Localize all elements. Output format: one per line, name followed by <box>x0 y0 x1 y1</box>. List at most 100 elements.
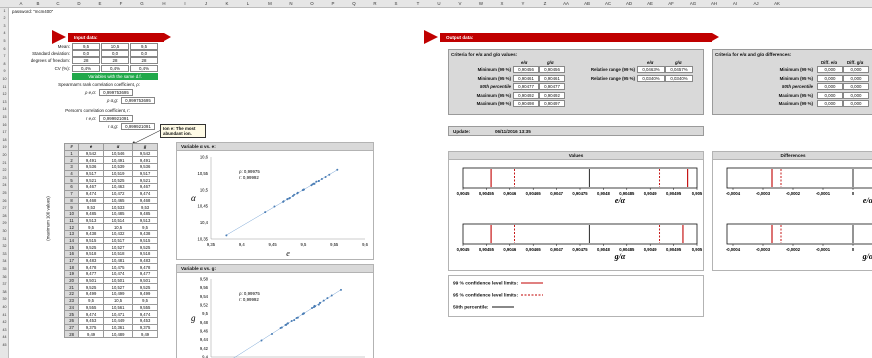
criteria-value[interactable]: 0,90492 <box>513 91 539 99</box>
row-index-cell[interactable]: 17 <box>63 256 80 265</box>
row-index-cell[interactable]: 16 <box>63 250 80 258</box>
column-header[interactable]: M <box>268 1 272 6</box>
row-index-cell[interactable]: 4 <box>63 169 80 178</box>
row-index-cell[interactable]: 27 <box>63 323 80 332</box>
value-cell[interactable]: 10,546 <box>102 149 134 158</box>
row-index-cell[interactable]: 13 <box>63 229 80 238</box>
row-index-cell[interactable]: 7 <box>63 189 80 198</box>
row-header[interactable]: 11 <box>0 85 9 89</box>
row-index-cell[interactable]: 19 <box>63 270 80 278</box>
row-index-cell[interactable]: 12 <box>63 223 80 231</box>
relrange-value[interactable]: 0,0340% <box>665 74 693 82</box>
column-header[interactable]: Z <box>544 1 547 6</box>
column-header[interactable]: AG <box>690 1 696 6</box>
row-header[interactable]: 14 <box>0 107 9 111</box>
row-header[interactable]: 26 <box>0 199 9 203</box>
value-cell[interactable]: 10,517 <box>102 236 134 245</box>
value-cell[interactable]: 9,517 <box>132 169 158 178</box>
row-header[interactable]: 3 <box>0 24 9 28</box>
value-cell[interactable]: 9,513 <box>78 216 104 225</box>
value-cell[interactable]: 9,518 <box>78 250 104 258</box>
stat-value[interactable]: 0,0 <box>130 50 158 58</box>
value-cell[interactable]: 9,555 <box>78 303 104 312</box>
value-cell[interactable]: 10,539 <box>102 163 134 171</box>
value-cell[interactable]: 9,5 <box>132 296 158 305</box>
criteria-value[interactable]: 0,90456 <box>539 66 565 73</box>
column-header[interactable]: AD <box>626 1 632 6</box>
row-header[interactable]: 28 <box>0 214 9 218</box>
row-header[interactable]: 16 <box>0 123 9 127</box>
row-header[interactable]: 23 <box>0 176 9 180</box>
value-cell[interactable]: 9,49 <box>132 330 158 338</box>
value-cell[interactable]: 9,474 <box>78 189 104 198</box>
row-header[interactable]: 20 <box>0 153 9 157</box>
row-header[interactable]: 4 <box>0 31 9 35</box>
diff-value[interactable]: 0,000 <box>843 66 869 73</box>
value-cell[interactable]: 10,499 <box>102 290 134 298</box>
column-header[interactable]: AI <box>733 1 737 6</box>
column-header[interactable]: AB <box>584 1 590 6</box>
row-header[interactable]: 42 <box>0 320 9 324</box>
value-cell[interactable]: 9,518 <box>132 250 158 258</box>
row-header[interactable]: 41 <box>0 313 9 317</box>
row-index-cell[interactable]: 2 <box>63 156 80 165</box>
row-index-cell[interactable]: 23 <box>63 296 80 305</box>
row-header[interactable]: 17 <box>0 130 9 134</box>
value-cell[interactable]: 9,515 <box>132 236 158 245</box>
value-cell[interactable]: 10,514 <box>102 216 134 225</box>
value-cell[interactable]: 10,518 <box>102 250 134 258</box>
column-header[interactable]: Y <box>522 1 525 6</box>
criteria-value[interactable]: 0,90498 <box>513 100 539 108</box>
row-header[interactable]: 6 <box>0 47 9 51</box>
column-header[interactable]: H <box>162 1 165 6</box>
row-header[interactable]: 36 <box>0 275 9 279</box>
value-cell[interactable]: 9,5 <box>78 223 104 231</box>
column-header[interactable]: P <box>332 1 335 6</box>
row-header[interactable]: 45 <box>0 343 9 347</box>
value-cell[interactable]: 10,474 <box>102 270 134 278</box>
row-header[interactable]: 40 <box>0 305 9 309</box>
value-cell[interactable]: 9,513 <box>132 216 158 225</box>
criteria-value[interactable]: 0,90492 <box>539 91 565 99</box>
row-header[interactable]: 24 <box>0 183 9 187</box>
column-header[interactable]: AC <box>605 1 611 6</box>
column-header[interactable]: V <box>459 1 462 6</box>
value-cell[interactable]: 9,525 <box>78 243 104 251</box>
value-cell[interactable]: 10,471 <box>102 310 134 318</box>
value-cell[interactable]: 9,499 <box>132 290 158 298</box>
column-header[interactable]: AE <box>647 1 653 6</box>
column-header[interactable]: T <box>417 1 420 6</box>
value-cell[interactable]: 9,485 <box>132 209 158 218</box>
criteria-value[interactable]: 0,90497 <box>539 100 565 108</box>
stat-value[interactable]: 9,5 <box>72 43 100 50</box>
row-header[interactable]: 25 <box>0 191 9 195</box>
row-header[interactable]: 1 <box>0 9 9 13</box>
column-header[interactable]: L <box>247 1 249 6</box>
value-cell[interactable]: 9,485 <box>78 209 104 218</box>
row-header[interactable]: 5 <box>0 39 9 43</box>
row-index-cell[interactable]: 26 <box>63 316 80 325</box>
criteria-value[interactable]: 0,90461 <box>513 74 539 82</box>
value-cell[interactable]: 9,453 <box>132 316 158 325</box>
criteria-value[interactable]: 0,90477 <box>539 83 565 91</box>
row-index-cell[interactable]: 28 <box>63 330 80 338</box>
row-index-cell[interactable]: 8 <box>63 196 80 205</box>
row-index-cell[interactable]: 3 <box>63 163 80 171</box>
stat-value[interactable]: 28 <box>101 57 129 65</box>
value-cell[interactable]: 9,478 <box>78 263 104 272</box>
column-header[interactable]: G <box>140 1 143 6</box>
row-header[interactable]: 2 <box>0 16 9 20</box>
value-cell[interactable]: 10,449 <box>102 316 134 325</box>
value-cell[interactable]: 10,463 <box>102 183 134 191</box>
value-cell[interactable]: 10,527 <box>102 283 134 292</box>
value-cell[interactable]: 10,491 <box>102 156 134 165</box>
value-cell[interactable]: 10,5 <box>102 296 134 305</box>
value-cell[interactable]: 9,536 <box>132 163 158 171</box>
column-header[interactable]: N <box>289 1 292 6</box>
diff-value[interactable]: 0,000 <box>817 91 843 99</box>
row-header[interactable]: 9 <box>0 69 9 73</box>
value-cell[interactable]: 10,481 <box>102 256 134 265</box>
row-header[interactable]: 18 <box>0 138 9 142</box>
value-cell[interactable]: 10,525 <box>102 176 134 185</box>
column-header[interactable]: W <box>479 1 483 6</box>
